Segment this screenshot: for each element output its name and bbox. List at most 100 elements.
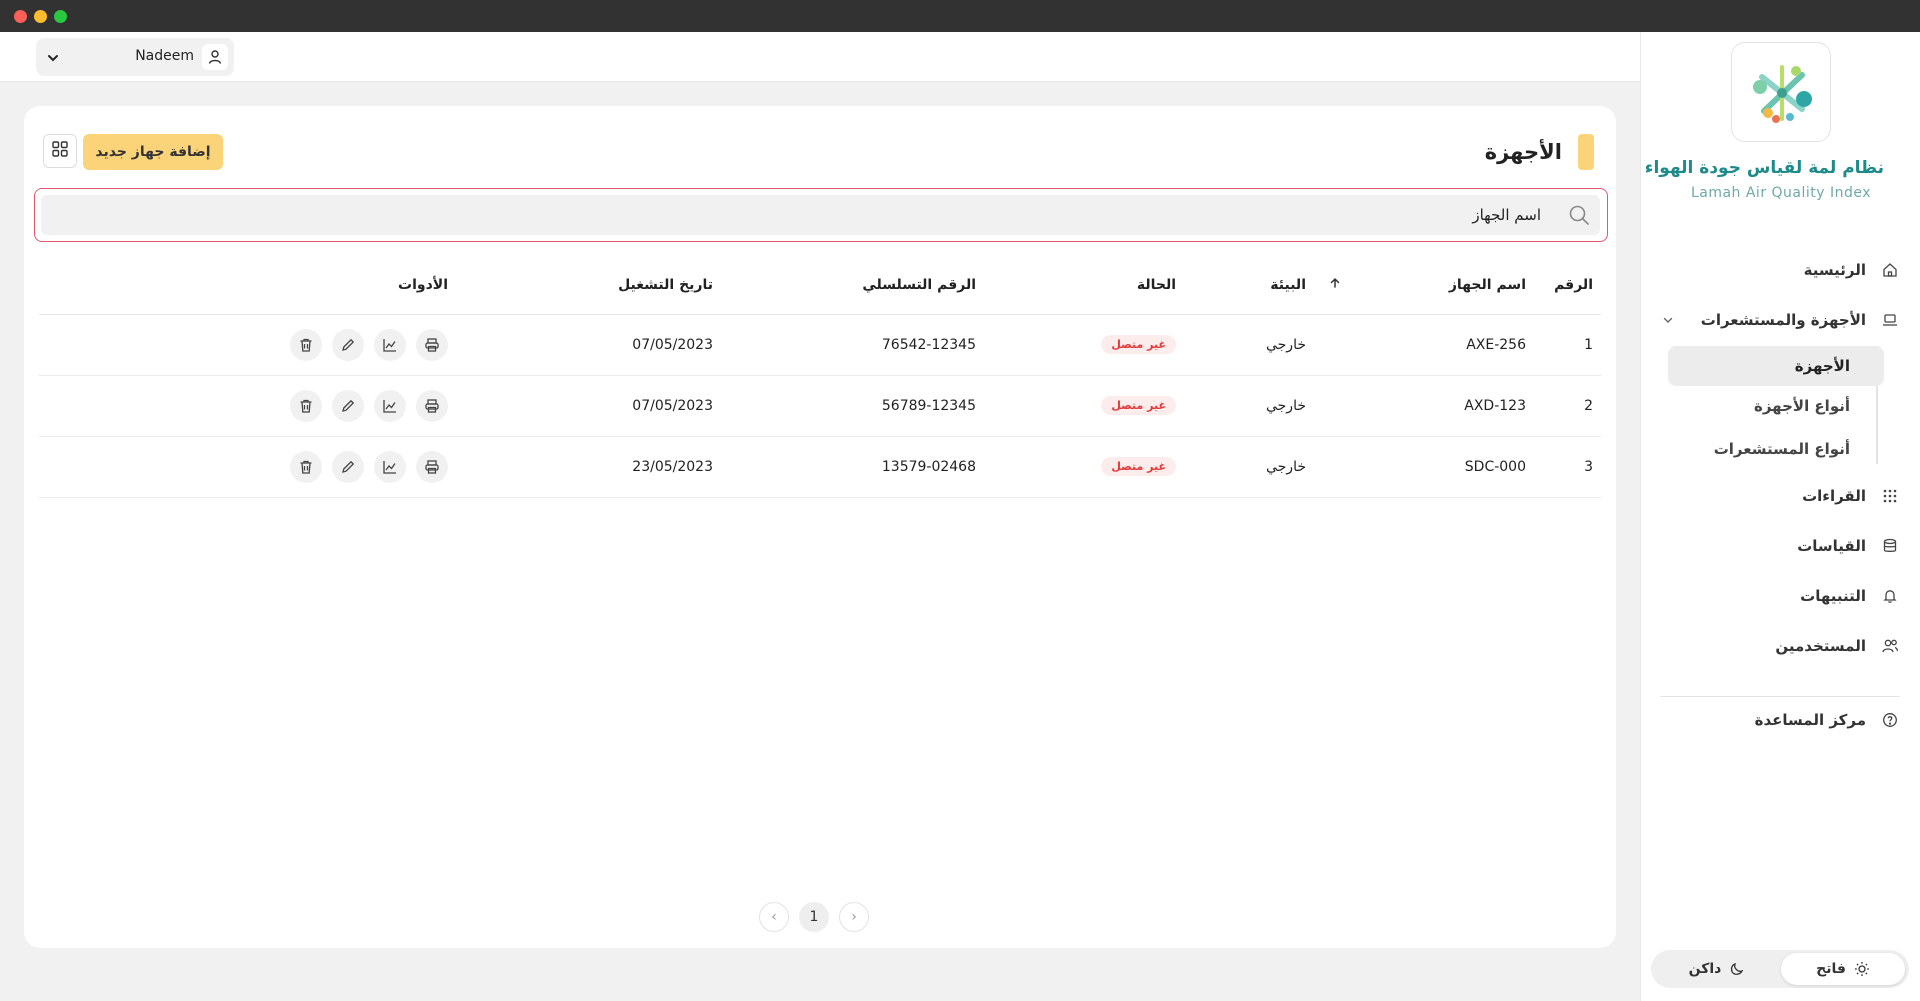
- user-icon: [202, 44, 228, 70]
- chart-icon: [383, 338, 396, 352]
- col-environment[interactable]: البيئة: [1176, 256, 1306, 315]
- sidebar-item-readings[interactable]: القراءات: [1660, 478, 1900, 514]
- cell-device-name: AXE-256: [1341, 314, 1526, 376]
- cell-device-name: SDC-000: [1341, 436, 1526, 498]
- user-name: Nadeem: [135, 48, 194, 64]
- col-device-name[interactable]: اسم الجهاز: [1341, 256, 1526, 315]
- print-button[interactable]: [416, 389, 448, 422]
- dark-theme-button[interactable]: داكن: [1655, 953, 1779, 985]
- col-tools: الأدوات: [39, 256, 448, 315]
- close-window-button[interactable]: [14, 10, 27, 23]
- print-button[interactable]: [416, 450, 448, 483]
- sidebar-item-label: الرئيسية: [1803, 261, 1866, 279]
- add-device-button[interactable]: إضافة جهاز جديد: [83, 134, 223, 170]
- pencil-icon: [342, 460, 355, 473]
- pencil-icon: [342, 399, 355, 412]
- brand-title: نظام لمة لقياس جودة الهواء: [1644, 158, 1884, 178]
- row-tools: [39, 328, 448, 361]
- col-start-date[interactable]: تاريخ التشغيل: [448, 256, 713, 315]
- cell-number: 2: [1526, 375, 1601, 437]
- search-box: [34, 188, 1608, 242]
- edit-button[interactable]: [332, 328, 364, 361]
- sidebar-divider: [1660, 696, 1900, 697]
- col-serial[interactable]: الرقم التسلسلي: [713, 256, 976, 315]
- sort-column-cell[interactable]: [1306, 256, 1341, 315]
- logo-icon: [1753, 65, 1812, 123]
- trash-icon: [300, 338, 312, 352]
- table-row[interactable]: 1 AXE-256 خارجي غير متصل 76542-12345 07/…: [39, 314, 1601, 376]
- printer-icon: [425, 398, 439, 413]
- cell-number: 3: [1526, 436, 1601, 498]
- prev-page-button[interactable]: ‹: [759, 902, 789, 932]
- chart-icon: [383, 399, 396, 413]
- sun-icon: [1854, 961, 1870, 977]
- maximize-window-button[interactable]: [54, 10, 67, 23]
- light-theme-label: فاتح: [1816, 961, 1846, 977]
- app-logo: [1731, 42, 1831, 142]
- chart-button[interactable]: [374, 450, 406, 483]
- next-page-button[interactable]: ›: [839, 902, 869, 932]
- light-theme-button[interactable]: فاتح: [1781, 953, 1905, 985]
- table-header-row: الرقم اسم الجهاز البيئة الحالة الرقم الت…: [39, 256, 1601, 315]
- pencil-icon: [342, 338, 355, 351]
- cell-number: 1: [1526, 314, 1601, 376]
- delete-button[interactable]: [290, 328, 322, 361]
- sidebar-subitem-devices[interactable]: الأجهزة: [1668, 346, 1884, 386]
- home-icon: [1880, 260, 1900, 280]
- bell-icon: [1880, 586, 1900, 606]
- grid-icon: [51, 140, 69, 162]
- trash-icon: [300, 399, 312, 413]
- edit-button[interactable]: [332, 389, 364, 422]
- theme-toggle: فاتح داكن: [1651, 950, 1909, 988]
- page-number-button[interactable]: 1: [799, 902, 829, 932]
- sidebar-item-measurements[interactable]: القياسات: [1660, 528, 1900, 564]
- chevron-down-icon[interactable]: [1662, 312, 1674, 330]
- col-number[interactable]: الرقم: [1526, 256, 1601, 315]
- sidebar-item-label: المستخدمين: [1775, 637, 1866, 655]
- dots-grid-icon: [1880, 486, 1900, 506]
- minimize-window-button[interactable]: [34, 10, 47, 23]
- page-title: الأجهزة: [1484, 140, 1562, 164]
- trash-icon: [300, 460, 312, 474]
- sidebar-item-alerts[interactable]: التنبيهات: [1660, 578, 1900, 614]
- table-row[interactable]: 3 SDC-000 خارجي غير متصل 13579-02468 23/…: [39, 436, 1601, 498]
- col-status[interactable]: الحالة: [976, 256, 1176, 315]
- grid-view-button[interactable]: [43, 134, 77, 168]
- sidebar-item-users[interactable]: المستخدمين: [1660, 628, 1900, 664]
- cell-start-date: 07/05/2023: [448, 314, 713, 376]
- cell-device-name: AXD-123: [1341, 375, 1526, 437]
- user-menu[interactable]: Nadeem: [36, 38, 234, 76]
- top-bar: Nadeem: [0, 32, 1640, 82]
- cell-serial: 13579-02468: [713, 436, 976, 498]
- status-badge: غير متصل: [1101, 396, 1176, 415]
- chart-button[interactable]: [374, 328, 406, 361]
- sidebar-subitem-sensor-types[interactable]: أنواع المستشعرات: [1668, 429, 1884, 469]
- sidebar-item-devices-sensors[interactable]: الأجهزة والمستشعرات: [1660, 302, 1900, 338]
- app-window: Nadeem الأجهزة إضافة جهاز جديد اسم الجها…: [0, 32, 1920, 1001]
- title-accent-bar: [1578, 134, 1594, 170]
- users-icon: [1880, 636, 1900, 656]
- delete-button[interactable]: [290, 389, 322, 422]
- sidebar-item-home[interactable]: الرئيسية: [1660, 252, 1900, 288]
- dark-theme-label: داكن: [1688, 961, 1722, 977]
- cell-environment: خارجي: [1176, 436, 1306, 498]
- laptop-icon: [1880, 310, 1900, 330]
- edit-button[interactable]: [332, 450, 364, 483]
- row-tools: [39, 389, 448, 422]
- status-badge: غير متصل: [1101, 457, 1176, 476]
- search-input[interactable]: [41, 195, 1541, 235]
- delete-button[interactable]: [290, 450, 322, 483]
- chart-button[interactable]: [374, 389, 406, 422]
- chart-icon: [383, 460, 396, 474]
- sidebar: نظام لمة لقياس جودة الهواء Lamah Air Qua…: [1640, 32, 1920, 1001]
- sidebar-item-help[interactable]: مركز المساعدة: [1660, 702, 1900, 738]
- devices-card: الأجهزة إضافة جهاز جديد الرقم اسم الجهاز: [24, 106, 1616, 948]
- row-tools: [39, 450, 448, 483]
- search-icon: [1568, 204, 1590, 230]
- table-row[interactable]: 2 AXD-123 خارجي غير متصل 56789-12345 07/…: [39, 375, 1601, 437]
- print-button[interactable]: [416, 328, 448, 361]
- cell-serial: 76542-12345: [713, 314, 976, 376]
- moon-icon: [1729, 961, 1745, 977]
- sidebar-subitem-device-types[interactable]: أنواع الأجهزة: [1668, 386, 1884, 426]
- arrow-up-icon[interactable]: [1329, 277, 1341, 293]
